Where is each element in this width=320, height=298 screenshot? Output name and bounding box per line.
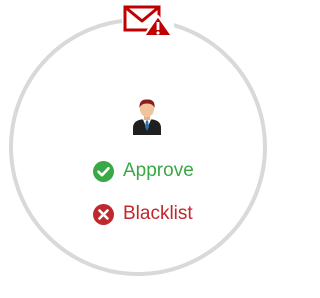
blacklist-label: Blacklist [123,203,193,224]
approve-option[interactable]: Approve [93,160,194,182]
x-circle-icon [93,203,114,225]
decision-circle [9,18,267,276]
check-circle-icon [93,160,114,182]
blacklist-option[interactable]: Blacklist [93,203,193,225]
mail-warning-icon [122,4,174,38]
user-avatar-icon [130,97,164,135]
approve-label: Approve [123,160,194,181]
